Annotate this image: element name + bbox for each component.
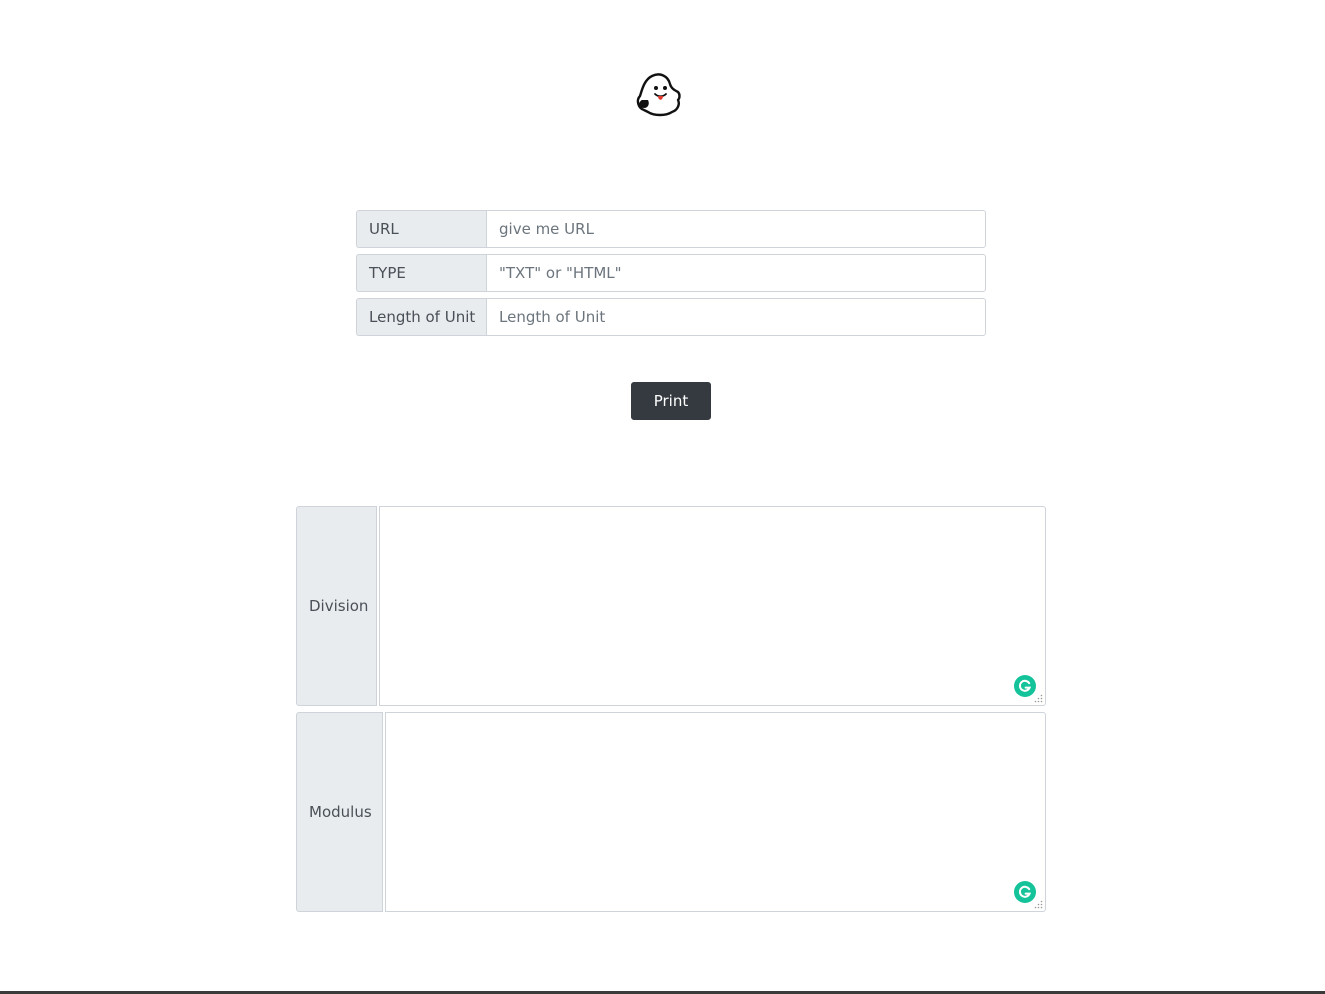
url-input[interactable]	[486, 210, 986, 248]
division-label: Division	[296, 506, 377, 706]
url-label: URL	[356, 210, 486, 248]
division-group: Division	[296, 506, 1046, 706]
page: URL TYPE Length of Unit Print Division	[0, 0, 1325, 994]
type-input-group: TYPE	[356, 254, 986, 292]
unit-length-input[interactable]	[486, 298, 986, 336]
unit-length-label: Length of Unit	[356, 298, 486, 336]
type-input[interactable]	[486, 254, 986, 292]
print-button[interactable]: Print	[631, 382, 711, 420]
resize-grip-icon[interactable]	[1034, 900, 1043, 909]
division-output[interactable]	[380, 507, 1045, 705]
grammarly-icon[interactable]	[1014, 881, 1036, 903]
modulus-label: Modulus	[296, 712, 383, 912]
unit-length-input-group: Length of Unit	[356, 298, 986, 336]
url-input-group: URL	[356, 210, 986, 248]
modulus-group: Modulus	[296, 712, 1046, 912]
type-label: TYPE	[356, 254, 486, 292]
division-output-box	[379, 506, 1046, 706]
grammarly-icon[interactable]	[1014, 675, 1036, 697]
modulus-output-box	[385, 712, 1046, 912]
resize-grip-icon[interactable]	[1034, 694, 1043, 703]
modulus-output[interactable]	[386, 713, 1045, 911]
ghost-icon	[636, 73, 681, 117]
